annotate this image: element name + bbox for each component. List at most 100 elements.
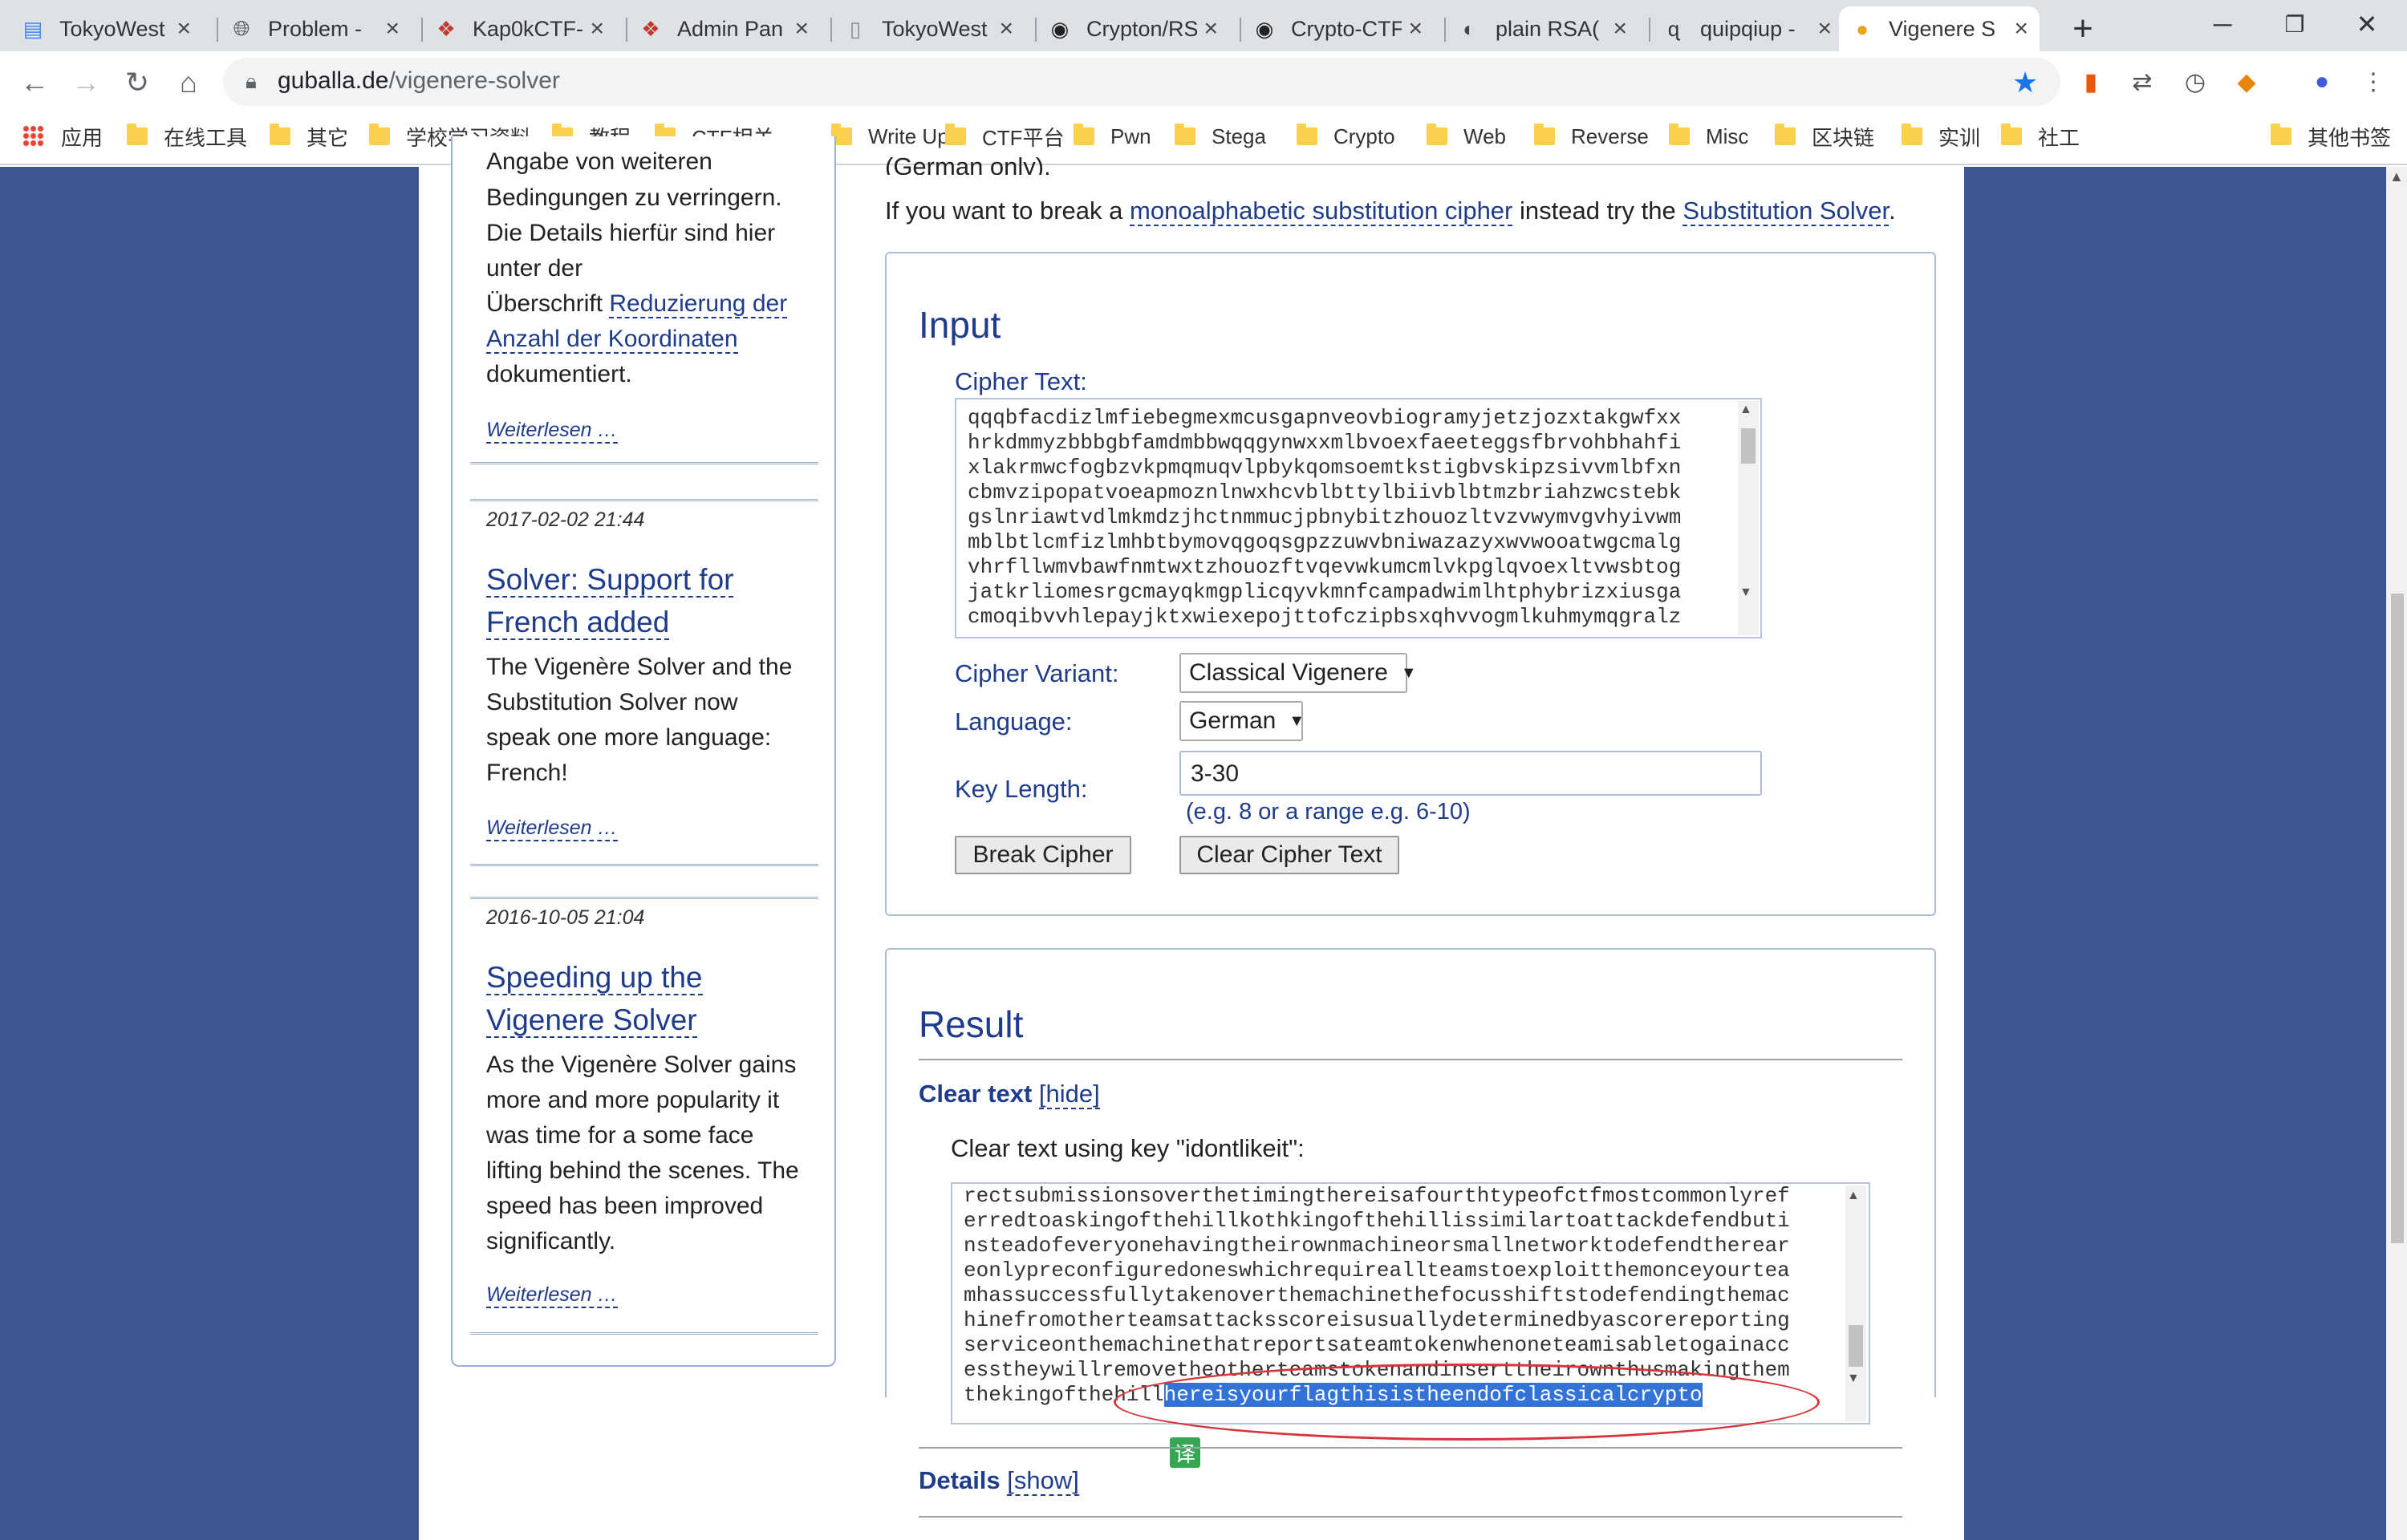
bookmark-item[interactable]: Web (1427, 120, 1506, 152)
other-bookmarks[interactable]: 其他书签 (2271, 120, 2391, 152)
bookmark-item[interactable]: Pwn (1074, 120, 1151, 152)
close-tab-icon[interactable]: × (2014, 15, 2028, 43)
bookmark-item[interactable]: 实训 (1902, 120, 1980, 152)
hide-link[interactable]: [hide] (1038, 1080, 1100, 1109)
scroll-up-icon[interactable]: ▲ (2389, 168, 2404, 185)
bookmark-item[interactable]: Reverse (1534, 120, 1649, 152)
forward-icon[interactable]: → (66, 63, 106, 103)
details-title: Details (919, 1466, 1001, 1494)
cipher-text-area[interactable]: qqqbfacdizlmfiebegmexmcusgapnveovbiogram… (955, 398, 1762, 638)
browser-tab[interactable]: ▯ TokyoWest × (832, 6, 1025, 51)
folder-icon (2271, 124, 2291, 145)
cipher-scrollbar-thumb[interactable] (1741, 428, 1756, 464)
bookmark-item[interactable]: 在线工具 (127, 120, 247, 152)
bookmark-item[interactable]: 区块链 (1775, 120, 1874, 152)
browser-tab[interactable]: ▤ TokyoWest × (10, 6, 202, 51)
monoalphabetic-link[interactable]: monoalphabetic substitution cipher (1130, 197, 1513, 226)
clear-cipher-text-button[interactable]: Clear Cipher Text (1179, 836, 1399, 874)
extension-icon[interactable]: ⇄ (2125, 64, 2160, 99)
reload-icon[interactable]: ↻ (117, 63, 157, 103)
scroll-down-icon[interactable]: ▼ (1847, 1372, 1860, 1386)
bookmark-item[interactable]: 应用 (22, 120, 103, 152)
tab-title: Crypton/RS (1086, 16, 1198, 41)
restore-button[interactable]: ❐ (2271, 5, 2319, 43)
details-bottom-divider (919, 1516, 1902, 1518)
news-title-text[interactable]: French added (486, 606, 670, 640)
browser-tab[interactable]: ◉ Crypto-CTF × (1241, 6, 1434, 51)
bookmark-item[interactable]: CTF平台 (945, 120, 1065, 152)
scroll-down-icon[interactable]: ▼ (1739, 586, 1752, 600)
coordinates-link-2[interactable]: Anzahl der Koordinaten (486, 326, 738, 354)
read-more-link[interactable]: Weiterlesen … (486, 419, 618, 444)
close-tab-icon[interactable]: × (794, 15, 809, 43)
translate-icon[interactable]: 译 (1170, 1437, 1200, 1468)
news-text: Überschrift (486, 290, 610, 317)
url-text[interactable]: guballa.de/vigenere-solver (278, 67, 560, 95)
browser-tab[interactable]: ❖ Admin Pan × (627, 6, 820, 51)
news-line: unter der (486, 255, 583, 282)
tab-title: Admin Pan (677, 16, 784, 41)
language-select[interactable]: German ▼ (1179, 701, 1305, 741)
clipped-text: (German only). (885, 152, 1051, 175)
news-body: As the Vigenère Solver gains more and mo… (486, 1048, 807, 1259)
news-title-link[interactable]: Solver: Support for French added (486, 558, 807, 643)
coordinates-link[interactable]: Reduzierung der (609, 290, 788, 318)
bookmark-item[interactable]: Write Up (831, 120, 949, 152)
close-tab-icon[interactable]: × (177, 15, 191, 43)
bookmark-label: Pwn (1110, 124, 1151, 148)
read-more-link[interactable]: Weiterlesen … (486, 817, 618, 841)
bookmark-item[interactable]: 社工 (2001, 120, 2080, 152)
news-title-text[interactable]: Solver: Support for (486, 563, 734, 598)
scroll-up-icon[interactable]: ▲ (1847, 1189, 1860, 1203)
news-line: Anzahl der Koordinaten (486, 322, 807, 357)
folder-icon (1427, 124, 1447, 145)
bookmark-label: Reverse (1571, 124, 1649, 148)
back-icon[interactable]: ← (14, 63, 55, 103)
key-length-input[interactable]: 3-30 (1179, 751, 1762, 796)
bookmark-star-icon[interactable]: ★ (2012, 66, 2038, 99)
news-line: The Vigenère Solver and the (486, 654, 793, 680)
close-tab-icon[interactable]: × (1613, 15, 1627, 43)
close-tab-icon[interactable]: × (999, 15, 1013, 43)
metamask-icon[interactable]: ◆ (2229, 64, 2264, 99)
menu-icon[interactable]: ⋮ (2356, 64, 2391, 99)
browser-tab[interactable]: ◉ Crypton/RS × (1037, 6, 1229, 51)
profile-avatar-icon[interactable]: ● (2304, 64, 2340, 99)
close-tab-icon[interactable]: × (1408, 15, 1423, 43)
bookmark-label: Crypto (1333, 124, 1395, 148)
bookmark-item[interactable]: Crypto (1297, 120, 1395, 152)
scroll-up-icon[interactable]: ▲ (1739, 403, 1752, 417)
browser-tab[interactable]: ● Vigenere S × (1839, 6, 2040, 51)
close-tab-icon[interactable]: × (385, 15, 400, 43)
minimize-button[interactable]: ─ (2198, 5, 2247, 43)
browser-tab[interactable]: 🌐︎ Problem - × (218, 6, 411, 51)
read-more-link[interactable]: Weiterlesen … (486, 1283, 618, 1308)
bookmark-item[interactable]: Stega (1175, 120, 1266, 152)
key-length-hint: (e.g. 8 or a range e.g. 6-10) (1186, 799, 1471, 825)
news-title-text[interactable]: Speeding up the (486, 961, 703, 995)
news-title-text[interactable]: Vigenere Solver (486, 1003, 697, 1038)
close-tab-icon[interactable]: × (590, 15, 604, 43)
details-divider (919, 1447, 1902, 1449)
bookmark-item[interactable]: 其它 (270, 120, 348, 152)
tab-title: Crypto-CTF (1291, 16, 1402, 41)
show-link[interactable]: [show] (1007, 1466, 1079, 1496)
cipher-variant-select[interactable]: Classical Vigenere ▼ (1179, 653, 1417, 693)
browser-tab[interactable]: ɋ quipqiup - × (1650, 6, 1843, 51)
office-extension-icon[interactable]: ▮ (2073, 64, 2109, 99)
clear-text-scrollbar-thumb[interactable] (1849, 1325, 1863, 1367)
browser-tab[interactable]: ❖ Kap0kCTF- × (423, 6, 615, 51)
home-icon[interactable]: ⌂ (168, 63, 209, 103)
break-cipher-button[interactable]: Break Cipher (955, 836, 1131, 874)
language-label: Language: (955, 707, 1073, 736)
substitution-solver-link[interactable]: Substitution Solver (1682, 197, 1889, 226)
news-title-link[interactable]: Speeding up the Vigenere Solver (486, 956, 807, 1041)
browser-tab[interactable]: ◐ plain RSA(× (1446, 6, 1638, 51)
bookmark-item[interactable]: Misc (1669, 120, 1748, 152)
page-scrollbar-thumb[interactable] (2391, 594, 2404, 1243)
close-tab-icon[interactable]: × (1204, 15, 1218, 43)
new-tab-button[interactable]: + (2064, 9, 2102, 48)
close-window-button[interactable]: ✕ (2343, 5, 2391, 43)
close-tab-icon[interactable]: × (1817, 15, 1832, 43)
history-icon[interactable]: ◷ (2178, 64, 2213, 99)
